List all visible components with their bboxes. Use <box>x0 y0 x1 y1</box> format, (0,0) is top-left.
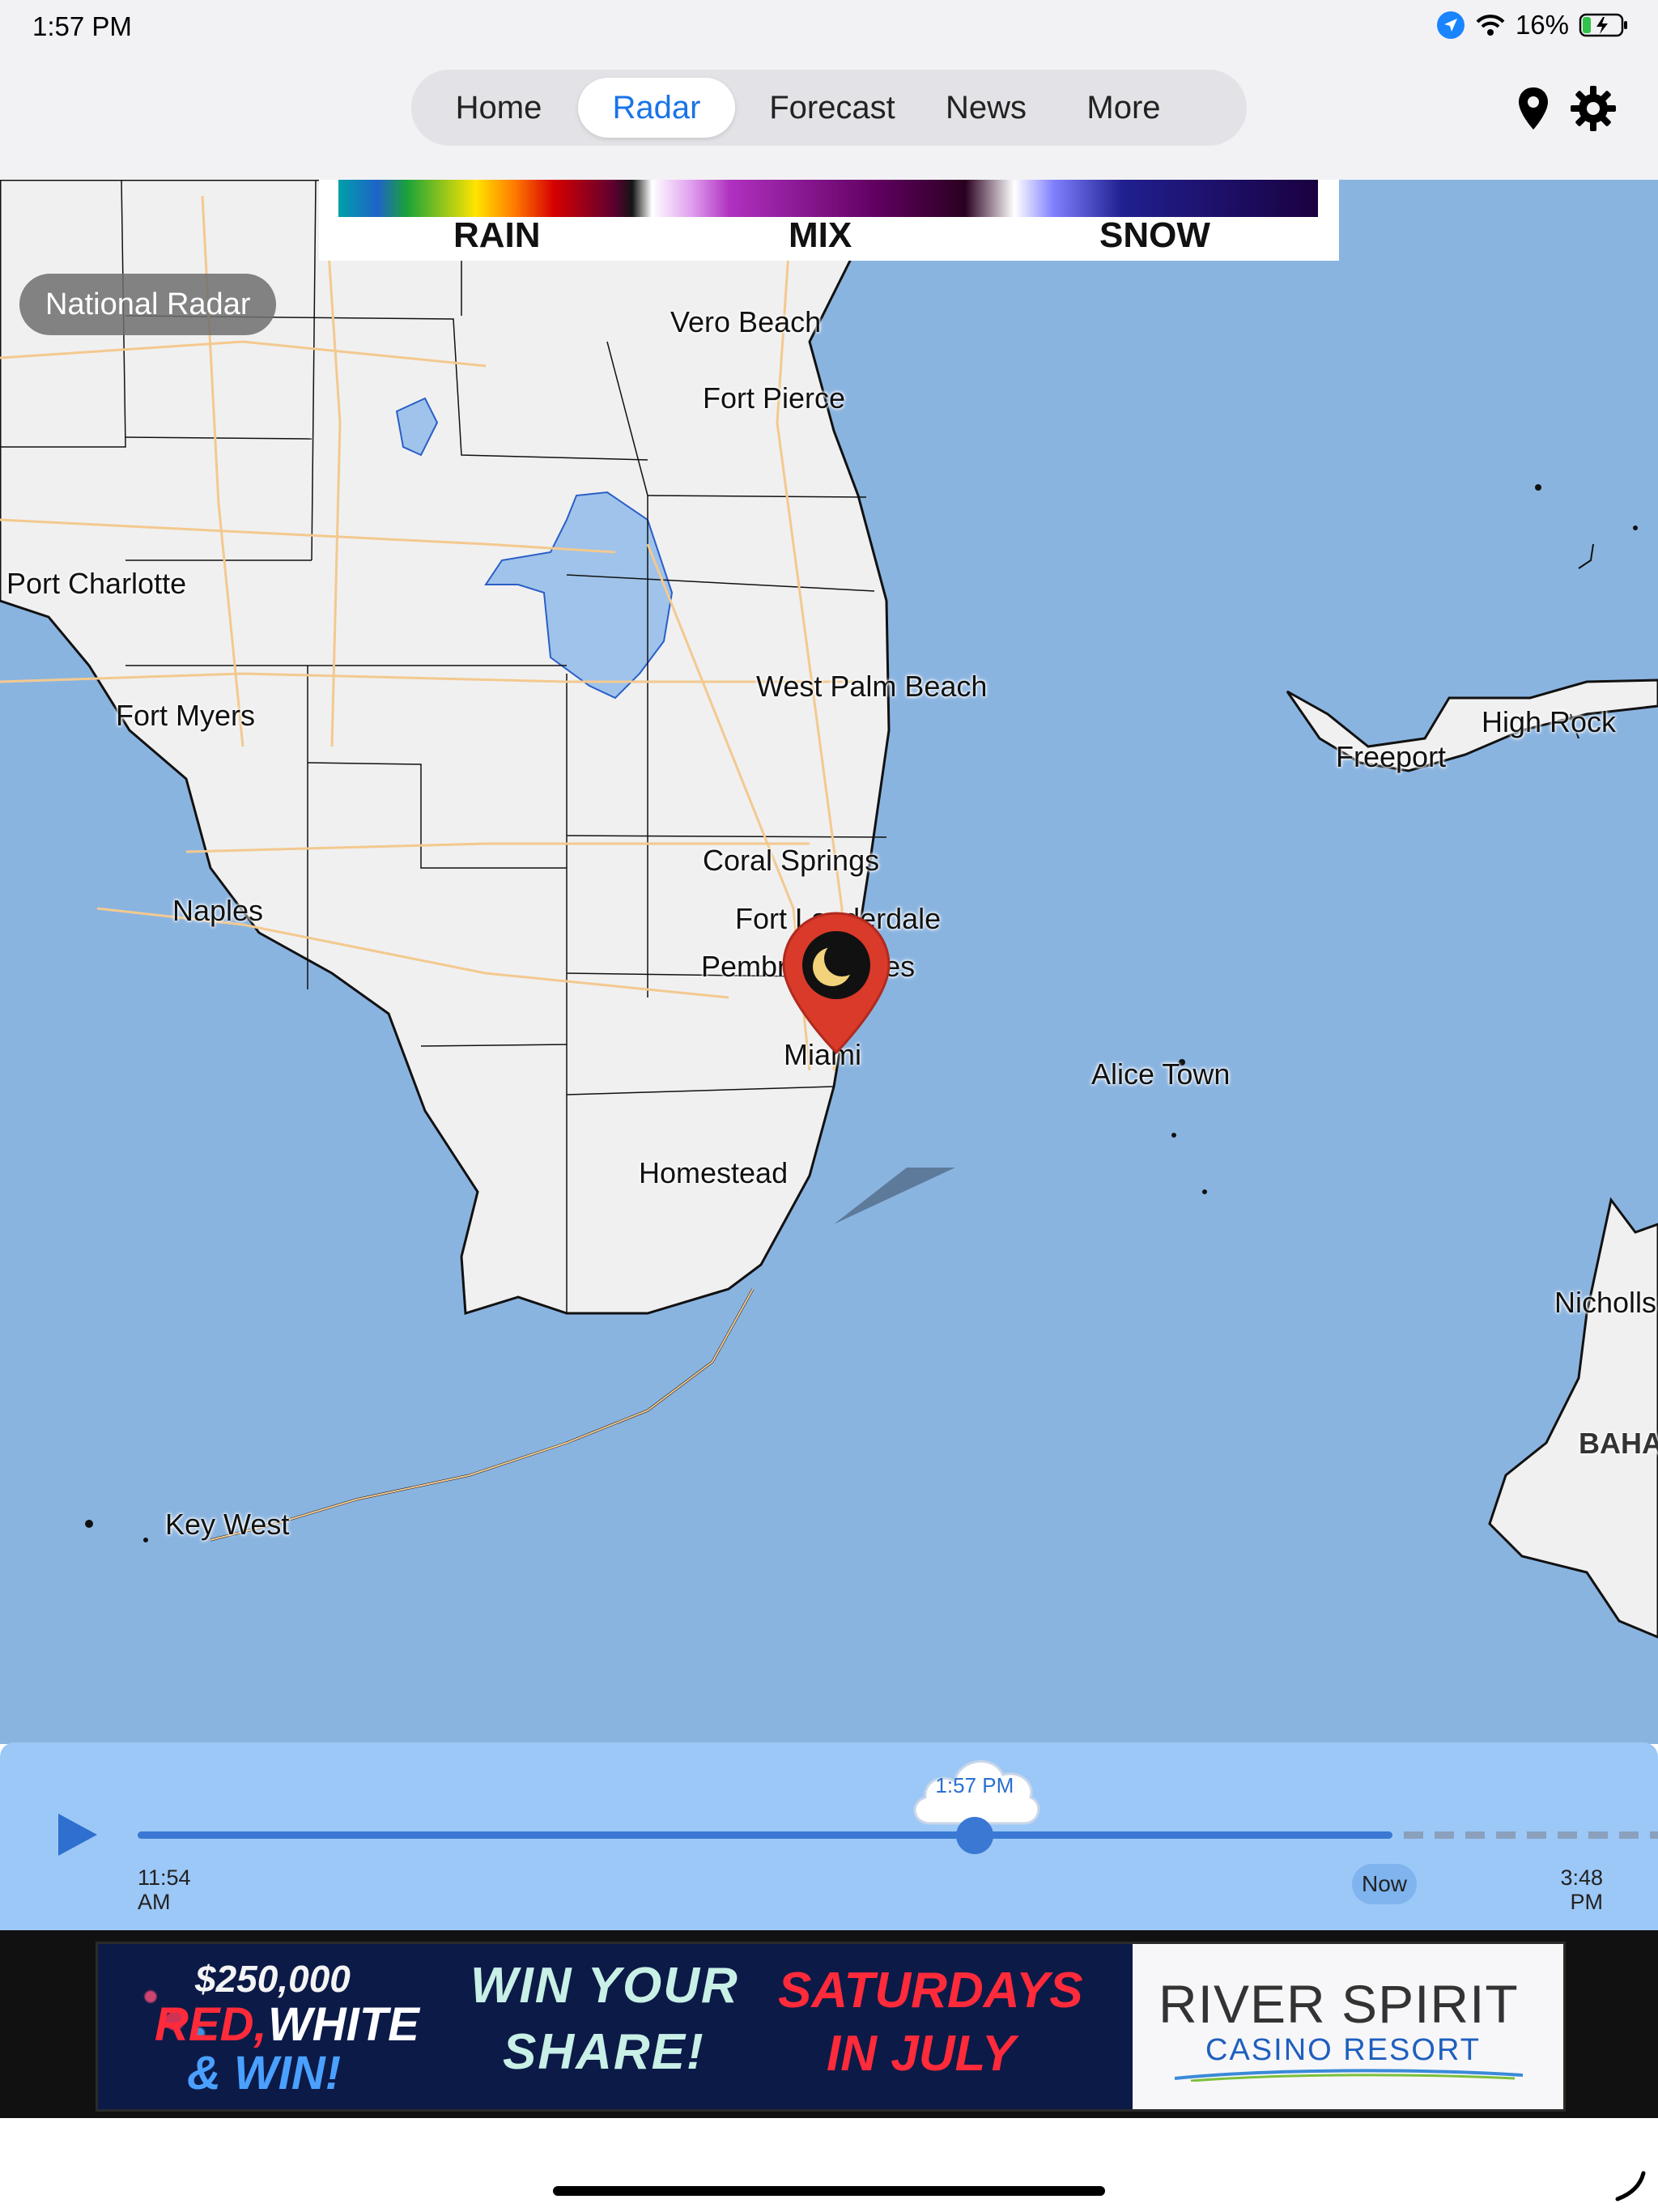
status-bar: 1:57 PM 16% <box>0 0 1658 58</box>
radar-timeline: 1:57 PM 11:54 AM Now 3:48 PM <box>0 1742 1658 1930</box>
ad-brand-sub: CASINO RESORT <box>1205 2033 1481 2067</box>
status-time: 1:57 PM <box>32 11 132 41</box>
legend-mix-label: MIX <box>789 215 852 255</box>
ad-headline-win: & WIN! <box>187 2047 342 2099</box>
andros <box>1488 1197 1658 1639</box>
ad-headline-white: WHITE <box>268 1998 419 2051</box>
country-label: BAHA <box>1579 1427 1658 1460</box>
timeline-track[interactable] <box>138 1831 1392 1839</box>
now-button[interactable]: Now <box>1352 1864 1417 1904</box>
battery-charging-icon <box>1579 13 1627 37</box>
ad-cta-line1: WIN YOUR <box>470 1958 739 2014</box>
wifi-icon <box>1476 15 1505 36</box>
tab-radar[interactable]: Radar <box>578 78 735 138</box>
ad-swoosh-graphic <box>1175 2069 1523 2082</box>
ad-promo-line1: SATURDAYS <box>778 1963 1083 2018</box>
timeline-start-time: 11:54 AM <box>138 1865 191 1914</box>
header: Home Radar Forecast News More <box>0 58 1658 181</box>
location-arrow-icon <box>1436 11 1465 39</box>
ad-bar: $250,000 RED, WHITE & WIN! WIN YOUR SHAR… <box>0 1930 1658 2118</box>
city-label: Key West <box>165 1508 290 1541</box>
location-marker[interactable] <box>776 910 897 1064</box>
timeline-end-time: 3:48 PM <box>1560 1865 1603 1914</box>
ad-banner[interactable]: $250,000 RED, WHITE & WIN! WIN YOUR SHAR… <box>96 1942 1566 2112</box>
tab-more[interactable]: More <box>1059 78 1188 138</box>
city-label: Port Charlotte <box>6 567 187 600</box>
ad-amount: $250,000 <box>195 1958 351 2000</box>
timeline-scrubber[interactable] <box>955 1817 993 1854</box>
city-label: West Palm Beach <box>756 670 988 703</box>
resize-handle-icon <box>1615 2171 1646 2201</box>
city-label: Homestead <box>639 1156 789 1189</box>
city-label: Vero Beach <box>670 305 822 338</box>
city-label: Freeport <box>1336 740 1447 773</box>
play-icon[interactable] <box>55 1810 100 1859</box>
status-icons: 16% <box>1436 10 1629 40</box>
tab-home[interactable]: Home <box>434 78 563 138</box>
national-radar-button[interactable]: National Radar <box>19 274 277 335</box>
city-label: Alice Town <box>1091 1057 1231 1091</box>
city-label: Nicholls <box>1554 1286 1657 1319</box>
home-indicator[interactable] <box>553 2186 1105 2196</box>
legend-color-scale <box>338 180 1318 217</box>
city-label: Coral Springs <box>703 844 880 877</box>
location-pin-icon[interactable] <box>1507 83 1559 134</box>
city-label: High Rock <box>1482 705 1617 738</box>
tab-news[interactable]: News <box>929 78 1043 138</box>
ad-promo-line2: IN JULY <box>827 2026 1016 2082</box>
city-label: Fort Pierce <box>703 381 846 415</box>
ad-brand: RIVER SPIRIT <box>1158 1974 1519 2034</box>
ad-cta-line2: SHARE! <box>503 2024 705 2080</box>
city-label: Naples <box>172 894 264 927</box>
legend-snow-label: SNOW <box>1099 215 1210 255</box>
battery-percent: 16% <box>1515 10 1569 40</box>
gear-icon[interactable] <box>1567 83 1619 134</box>
tab-bar: Home Radar Forecast News More <box>411 70 1247 146</box>
city-label: Fort Myers <box>116 699 256 732</box>
tab-forecast[interactable]: Forecast <box>751 78 913 138</box>
ad-headline-red: RED, <box>155 1998 267 2051</box>
precipitation-legend: RAIN MIX SNOW <box>319 180 1339 261</box>
current-time-label: 1:57 PM <box>935 1773 1014 1797</box>
legend-rain-label: RAIN <box>453 215 541 255</box>
timeline-future-track <box>1404 1831 1658 1839</box>
florida-keys <box>210 1288 755 1542</box>
